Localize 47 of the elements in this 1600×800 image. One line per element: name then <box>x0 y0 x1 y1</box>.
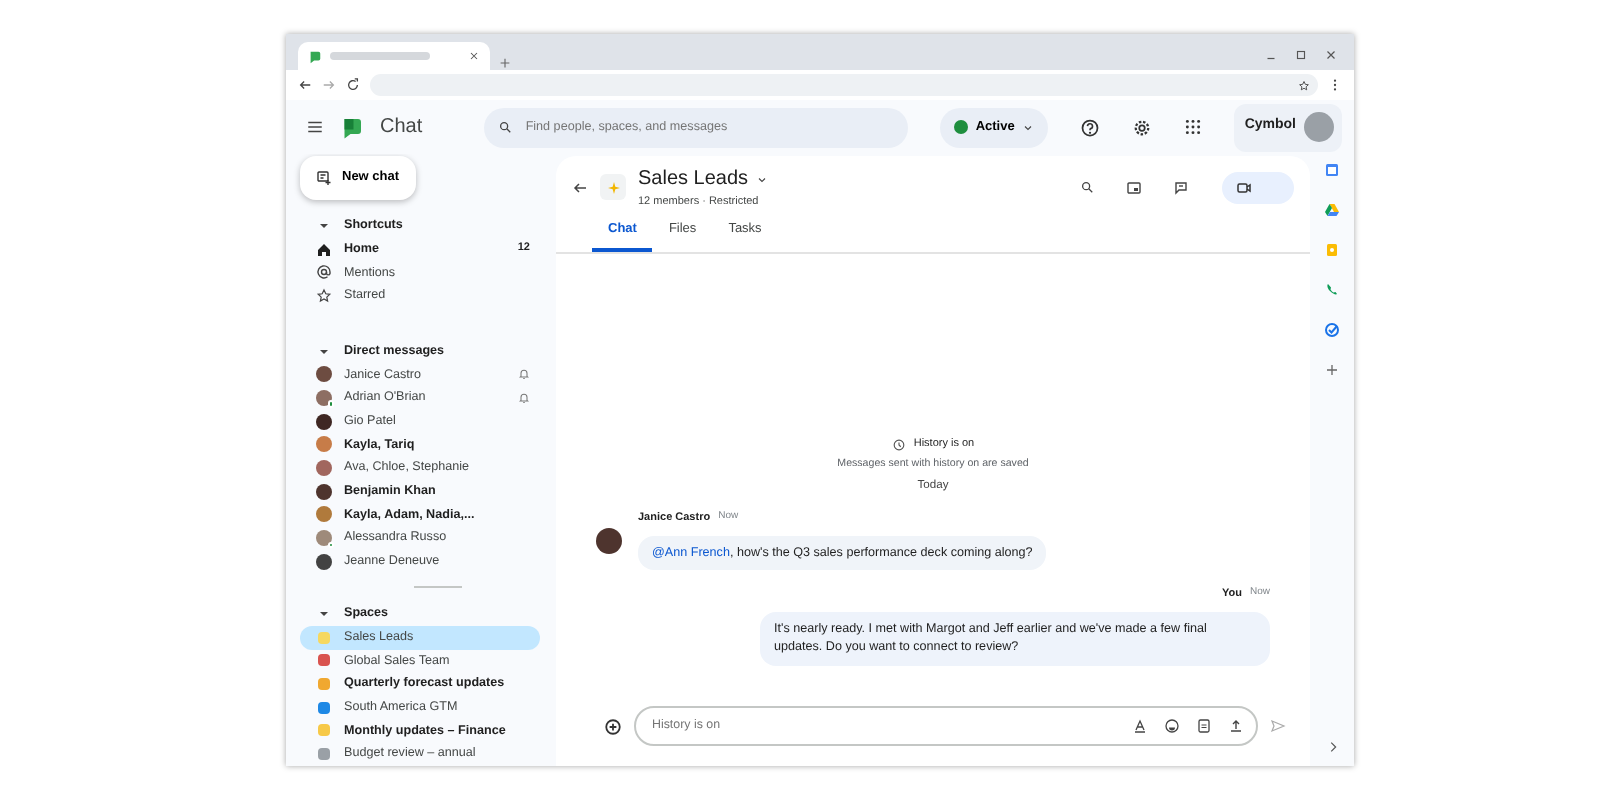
reload-icon[interactable] <box>346 78 360 92</box>
apps-icon[interactable] <box>1184 118 1203 136</box>
chat-logo-icon <box>340 115 364 139</box>
avatar <box>596 528 622 555</box>
drive-icon[interactable] <box>1324 202 1340 218</box>
collapse-icon[interactable] <box>320 223 328 228</box>
status-dot <box>953 120 968 134</box>
emoji-icon[interactable] <box>1164 718 1180 734</box>
new-chat-icon <box>316 170 332 186</box>
history-icon <box>891 438 906 452</box>
threads-icon[interactable] <box>1174 179 1190 196</box>
app-title: Chat <box>380 114 423 142</box>
space-title: Sales Leads <box>638 166 749 194</box>
back-icon[interactable] <box>298 78 312 92</box>
close-icon[interactable] <box>468 50 480 62</box>
format-icon[interactable] <box>1132 718 1148 734</box>
sparkle-icon <box>605 179 621 196</box>
gif-icon[interactable] <box>1196 718 1212 734</box>
video-icon <box>1236 179 1252 196</box>
menu-icon[interactable] <box>306 118 324 136</box>
star-icon <box>316 287 332 304</box>
chevron-icon[interactable] <box>1325 740 1339 754</box>
bookmark-star-icon[interactable] <box>1298 79 1310 91</box>
caret-icon <box>1022 121 1035 133</box>
tab-title-placeholder <box>330 52 430 60</box>
more-icon[interactable] <box>1328 78 1342 92</box>
video-call-button[interactable] <box>1222 171 1294 204</box>
add-icon[interactable] <box>604 717 622 735</box>
search-icon <box>497 120 512 134</box>
close-icon[interactable] <box>1324 48 1338 62</box>
help-icon[interactable] <box>1080 117 1101 137</box>
maximize-icon[interactable] <box>1294 48 1308 62</box>
calendar-icon[interactable] <box>1324 162 1340 178</box>
back-icon[interactable] <box>572 179 588 196</box>
mention-icon <box>316 264 332 281</box>
collapse-icon[interactable] <box>320 611 328 616</box>
upload-icon[interactable] <box>1228 718 1244 734</box>
avatar <box>1304 112 1334 142</box>
home-icon <box>316 241 332 258</box>
settings-icon[interactable] <box>1132 117 1153 137</box>
phone-icon[interactable] <box>1324 282 1340 298</box>
favicon-icon <box>308 49 322 63</box>
popout-icon[interactable] <box>1126 179 1142 196</box>
search-icon[interactable] <box>1080 180 1094 195</box>
collapse-icon[interactable] <box>320 349 328 354</box>
tasks-icon[interactable] <box>1324 322 1340 338</box>
caret-icon[interactable] <box>756 173 769 185</box>
